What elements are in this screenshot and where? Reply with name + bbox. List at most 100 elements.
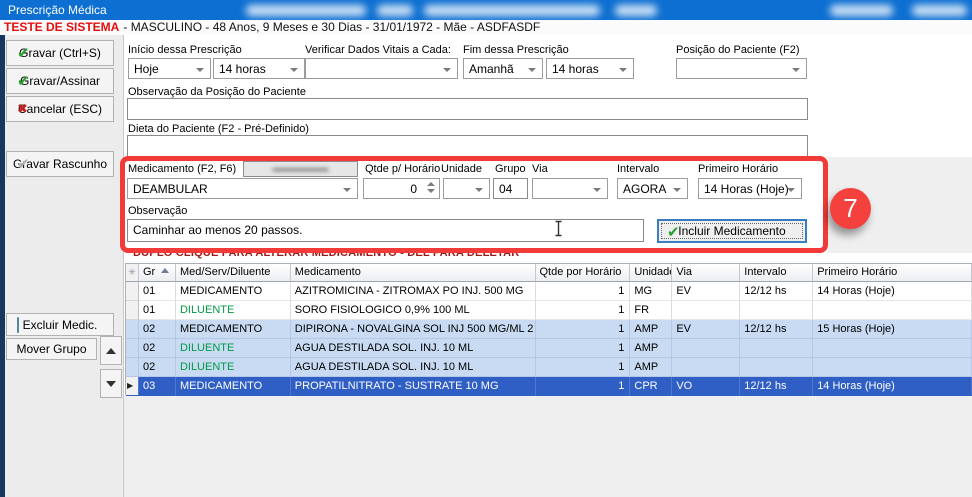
route-label: Via: [532, 163, 548, 175]
cell-via[interactable]: VO: [672, 377, 740, 396]
unit-select[interactable]: [443, 178, 490, 199]
cell-intervalo[interactable]: [740, 358, 813, 377]
column-header-primeiro[interactable]: Primeiro Horário: [813, 264, 972, 282]
column-header-medicamento[interactable]: Medicamento: [291, 264, 536, 282]
move-group-button[interactable]: Mover Grupo: [6, 338, 97, 360]
cell-qtde[interactable]: 1: [536, 282, 631, 301]
cell-tipo[interactable]: MEDICAMENTO: [176, 320, 291, 339]
end-day-select[interactable]: Amanhã: [463, 58, 543, 79]
cell-intervalo[interactable]: 12/12 hs: [740, 282, 813, 301]
patient-position-select[interactable]: [676, 58, 807, 79]
table-row[interactable]: 02 DILUENTE AGUA DESTILADA SOL. INJ. 10 …: [126, 358, 972, 377]
cell-medicamento[interactable]: AZITROMICINA - ZITROMAX PO INJ. 500 MG: [291, 282, 536, 301]
first-time-label: Primeiro Horário: [698, 163, 778, 175]
cell-qtde[interactable]: 1: [536, 301, 631, 320]
column-header-qtde[interactable]: Qtde por Horário: [536, 264, 631, 282]
cell-tipo[interactable]: DILUENTE: [176, 358, 291, 377]
cell-medicamento[interactable]: DIPIRONA - NOVALGINA SOL INJ 500 MG/ML 2: [291, 320, 536, 339]
cell-gr[interactable]: 01: [139, 282, 176, 301]
cell-gr[interactable]: 03: [139, 377, 176, 396]
qty-stepper[interactable]: 0: [363, 178, 440, 199]
table-row[interactable]: 01 DILUENTE SORO FISIOLOGICO 0,9% 100 ML…: [126, 301, 972, 320]
column-header-intervalo[interactable]: Intervalo: [740, 264, 813, 282]
cell-primeiro[interactable]: 14 Horas (Hoje): [813, 282, 972, 301]
table-row[interactable]: 02 MEDICAMENTO DIPIRONA - NOVALGINA SOL …: [126, 320, 972, 339]
first-time-select[interactable]: 14 Horas (Hoje): [698, 178, 802, 199]
table-row[interactable]: ▶ 03 MEDICAMENTO PROPATILNITRATO - SUSTR…: [126, 377, 972, 396]
chevron-down-icon: [593, 188, 601, 192]
cancel-button[interactable]: ✖ Cancelar (ESC): [6, 96, 114, 122]
observation-input[interactable]: Caminhar ao menos 20 passos.: [127, 219, 644, 242]
cell-qtde[interactable]: 1: [536, 320, 631, 339]
cell-medicamento[interactable]: AGUA DESTILADA SOL. INJ. 10 ML: [291, 339, 536, 358]
column-header-gr[interactable]: Gr: [139, 264, 176, 282]
cell-tipo[interactable]: MEDICAMENTO: [176, 377, 291, 396]
interval-select[interactable]: AGORA: [617, 178, 688, 199]
cell-via[interactable]: [672, 301, 740, 320]
chevron-down-icon: [475, 188, 483, 192]
cell-primeiro[interactable]: [813, 301, 972, 320]
cell-unidade[interactable]: MG: [630, 282, 672, 301]
cell-via[interactable]: EV: [672, 320, 740, 339]
move-group-down-button[interactable]: [100, 369, 122, 398]
table-row[interactable]: 02 DILUENTE AGUA DESTILADA SOL. INJ. 10 …: [126, 339, 972, 358]
medication-select[interactable]: DEAMBULAR: [127, 178, 358, 199]
cell-medicamento[interactable]: PROPATILNITRATO - SUSTRATE 10 MG: [291, 377, 536, 396]
cell-gr[interactable]: 02: [139, 339, 176, 358]
cell-intervalo[interactable]: 12/12 hs: [740, 320, 813, 339]
column-header-unidade[interactable]: Unidade: [630, 264, 672, 282]
cell-intervalo[interactable]: [740, 301, 813, 320]
column-header-via[interactable]: Via: [672, 264, 740, 282]
add-medication-label: Incluir Medicamento: [678, 224, 785, 238]
cell-via[interactable]: EV: [672, 282, 740, 301]
cell-via[interactable]: [672, 339, 740, 358]
cell-gr[interactable]: 02: [139, 358, 176, 377]
route-select[interactable]: [532, 178, 608, 199]
cell-primeiro[interactable]: [813, 358, 972, 377]
cell-unidade[interactable]: CPR: [630, 377, 672, 396]
cell-qtde[interactable]: 1: [536, 358, 631, 377]
save-draft-button[interactable]: ✔ Gravar Rascunho: [6, 151, 114, 177]
cell-unidade[interactable]: AMP: [630, 320, 672, 339]
row-indicator: [126, 282, 139, 301]
cell-intervalo[interactable]: 12/12 hs: [740, 377, 813, 396]
diet-input[interactable]: [127, 135, 808, 157]
stepper-arrows-icon[interactable]: [427, 182, 435, 193]
diet-label: Dieta do Paciente (F2 - Pré-Definido): [128, 123, 309, 135]
group-input[interactable]: 04: [493, 178, 528, 199]
add-medication-button[interactable]: ✔ Incluir Medicamento: [657, 219, 807, 243]
cell-primeiro[interactable]: 15 Horas (Hoje): [813, 320, 972, 339]
cell-primeiro[interactable]: 14 Horas (Hoje): [813, 377, 972, 396]
table-row[interactable]: 01 MEDICAMENTO AZITROMICINA - ZITROMAX P…: [126, 282, 972, 301]
move-group-up-button[interactable]: [100, 336, 122, 365]
column-header-tipo[interactable]: Med/Serv/Diluente: [176, 264, 291, 282]
cell-gr[interactable]: 02: [139, 320, 176, 339]
row-indicator: [126, 339, 139, 358]
chevron-down-icon: [792, 68, 800, 72]
cell-unidade[interactable]: AMP: [630, 339, 672, 358]
start-day-select[interactable]: Hoje: [128, 58, 211, 79]
delete-medication-button[interactable]: Excluir Medic.: [6, 313, 114, 336]
cell-via[interactable]: [672, 358, 740, 377]
vitals-check-select[interactable]: [305, 58, 458, 79]
cell-unidade[interactable]: FR: [630, 301, 672, 320]
chevron-down-icon: [290, 68, 298, 72]
cell-gr[interactable]: 01: [139, 301, 176, 320]
cell-qtde[interactable]: 1: [536, 339, 631, 358]
cell-tipo[interactable]: DILUENTE: [176, 301, 291, 320]
cell-qtde[interactable]: 1: [536, 377, 631, 396]
cell-tipo[interactable]: MEDICAMENTO: [176, 282, 291, 301]
app-window: Prescrição Médica TESTE DE SISTEMA- MASC…: [0, 0, 972, 497]
cell-medicamento[interactable]: AGUA DESTILADA SOL. INJ. 10 ML: [291, 358, 536, 377]
end-time-select[interactable]: 14 horas: [546, 58, 634, 79]
save-button[interactable]: ✔ Gravar (Ctrl+S): [6, 40, 114, 66]
cell-intervalo[interactable]: [740, 339, 813, 358]
position-observation-input[interactable]: [127, 98, 808, 120]
cell-tipo[interactable]: DILUENTE: [176, 339, 291, 358]
start-time-select[interactable]: 14 horas: [213, 58, 305, 79]
cell-unidade[interactable]: AMP: [630, 358, 672, 377]
redacted-titlebar-text: [424, 5, 600, 16]
cell-medicamento[interactable]: SORO FISIOLOGICO 0,9% 100 ML: [291, 301, 536, 320]
save-sign-button[interactable]: ✔ Gravar/Assinar: [6, 68, 114, 94]
cell-primeiro[interactable]: [813, 339, 972, 358]
